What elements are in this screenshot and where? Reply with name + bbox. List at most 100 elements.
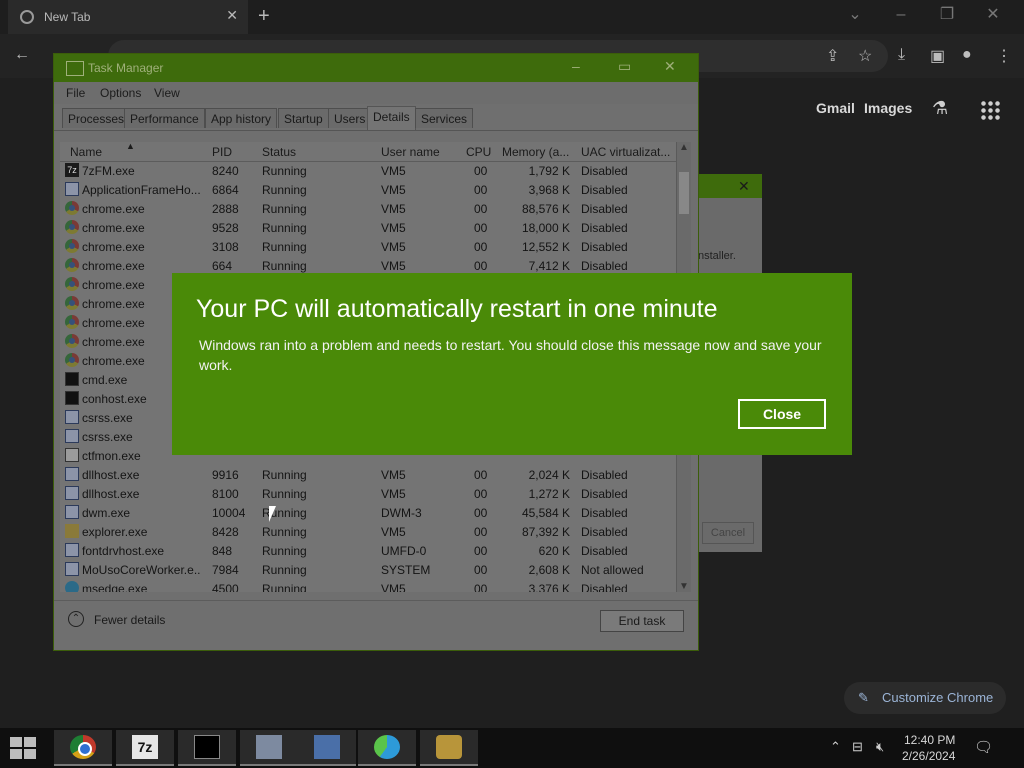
cell-mem: 87,392 K (521, 525, 570, 539)
tab-performance[interactable]: Performance (124, 108, 205, 128)
cancel-button[interactable]: Cancel (702, 522, 754, 544)
cell-user: VM5 (381, 487, 406, 501)
column-cpu[interactable]: CPU (466, 145, 491, 159)
cell-status: Running (262, 487, 307, 501)
windows-start-icon[interactable] (10, 737, 38, 759)
table-row[interactable]: MoUsoCoreWorker.e... 7984 Running SYSTEM 00 2… (60, 560, 682, 579)
tab-processes[interactable]: Processes (62, 108, 131, 128)
table-row[interactable]: msedge.exe 4500 Running VM5 00 3,376 K Disable… (60, 579, 682, 592)
labs-flask-icon[interactable]: ⚗ (932, 98, 948, 119)
taskbar-cmd[interactable] (178, 730, 236, 766)
volume-muted-icon[interactable]: 🔇︎ (876, 739, 884, 755)
close-icon[interactable]: ✕ (226, 7, 238, 24)
cell-uac: Disabled (581, 240, 628, 254)
column-uac[interactable]: UAC virtualizat... (581, 145, 670, 159)
cell-mem: 2,608 K (528, 563, 570, 577)
customize-chrome-button[interactable]: ✎ Customize Chrome (844, 682, 1006, 714)
table-row[interactable]: dllhost.exe 9916 Running VM5 00 2,024 K Disabl… (60, 465, 682, 484)
network-tray-icon[interactable]: ⊟ (852, 739, 863, 755)
restart-title: Your PC will automatically restart in on… (196, 295, 718, 323)
side-panel-icon[interactable]: ▣ (930, 46, 945, 66)
end-task-button[interactable]: End task (600, 610, 684, 632)
fewer-details-link[interactable]: Fewer details (94, 613, 165, 627)
minimize-icon[interactable]: – (572, 58, 580, 74)
chevron-up-icon[interactable]: ⌃ (830, 739, 841, 755)
maximize-icon[interactable]: ▭ (618, 58, 631, 75)
menu-view[interactable]: View (154, 86, 180, 100)
tab-app-history[interactable]: App history (205, 108, 278, 128)
tab-details[interactable]: Details (367, 106, 416, 130)
table-row[interactable]: fontdrvhost.exe 848 Running UMFD-0 00 620 K Di… (60, 541, 682, 560)
star-icon[interactable]: ☆ (858, 46, 872, 66)
table-row[interactable]: dwm.exe 10004 Running DWM-3 00 45,584 K Disabl… (60, 503, 682, 522)
restore-icon[interactable]: ❐ (924, 4, 970, 24)
apps-grid-icon[interactable] (980, 100, 1000, 120)
cell-status: Running (262, 582, 307, 592)
cell-status: Running (262, 221, 307, 235)
close-icon[interactable]: ✕ (664, 58, 676, 75)
cell-name: chrome.exe (82, 221, 145, 235)
gmail-link[interactable]: Gmail (816, 100, 855, 116)
column-pid[interactable]: PID (212, 145, 232, 159)
clock-date[interactable]: 2/26/2024 (902, 749, 955, 763)
close-button[interactable]: Close (738, 399, 826, 429)
images-link[interactable]: Images (864, 100, 912, 116)
scroll-thumb[interactable] (679, 172, 689, 214)
cell-uac: Disabled (581, 164, 628, 178)
scroll-up-icon[interactable]: ▲ (679, 142, 689, 153)
cell-user: VM5 (381, 259, 406, 273)
taskbar-edge[interactable] (358, 730, 416, 766)
cell-name: msedge.exe (82, 582, 148, 592)
cell-uac: Disabled (581, 487, 628, 501)
table-row[interactable]: ApplicationFrameHo... 6864 Running VM5 00 3,9… (60, 180, 682, 199)
cell-status: Running (262, 183, 307, 197)
new-tab-button[interactable]: + (258, 5, 270, 28)
taskbar-task-manager[interactable] (240, 730, 298, 766)
taskbar-chrome[interactable] (54, 730, 112, 766)
table-row[interactable]: chrome.exe 9528 Running VM5 00 18,000 K Disabl… (60, 218, 682, 237)
close-icon[interactable]: ✕ (738, 178, 750, 195)
cell-mem: 45,584 K (521, 506, 570, 520)
minimize-icon[interactable]: – (878, 6, 924, 24)
taskbar-network[interactable] (298, 730, 356, 766)
scroll-down-icon[interactable]: ▼ (679, 581, 689, 592)
table-row[interactable]: explorer.exe 8428 Running VM5 00 87,392 K Disa… (60, 522, 682, 541)
chevron-down-icon[interactable]: ⌄ (832, 4, 878, 24)
table-row[interactable]: 7z 7zFM.exe 8240 Running VM5 00 1,792 K Disable… (60, 161, 682, 180)
box-process-icon (65, 505, 79, 519)
cell-name: MoUsoCoreWorker.e... (82, 563, 200, 577)
cell-cpu: 00 (474, 506, 488, 520)
box-process-icon (65, 486, 79, 500)
column-name[interactable]: Name (70, 145, 102, 159)
cell-cpu: 00 (474, 487, 488, 501)
tab-startup[interactable]: Startup (278, 108, 329, 128)
column-status[interactable]: Status (262, 145, 296, 159)
table-row[interactable]: chrome.exe 3108 Running VM5 00 12,552 K Disabl… (60, 237, 682, 256)
download-icon[interactable]: ⤓ (898, 46, 905, 64)
share-icon[interactable]: ⇪ (826, 46, 839, 66)
notification-icon[interactable]: 🗨︎ (974, 738, 993, 756)
column-user-name[interactable]: User name (381, 145, 440, 159)
profile-icon[interactable]: ● (962, 46, 972, 64)
cmd-process-icon (65, 391, 79, 405)
close-window-icon[interactable]: ✕ (970, 4, 1016, 24)
tab-users[interactable]: Users (328, 108, 372, 128)
table-row[interactable]: dllhost.exe 8100 Running VM5 00 1,272 K Disabl… (60, 484, 682, 503)
browser-tab[interactable]: New Tab ✕ (8, 0, 248, 34)
taskbar-keys[interactable] (420, 730, 478, 766)
cell-pid: 8428 (212, 525, 239, 539)
tab-services[interactable]: Services (415, 108, 474, 128)
installer-title-bar (698, 174, 762, 198)
column-memory[interactable]: Memory (a... (502, 145, 569, 159)
back-icon[interactable]: ← (14, 46, 30, 64)
chevron-up-icon[interactable]: ⌃ (68, 611, 84, 627)
cell-name: 7zFM.exe (82, 164, 135, 178)
table-row[interactable]: chrome.exe 2888 Running VM5 00 88,576 K Disabl… (60, 199, 682, 218)
menu-options[interactable]: Options (100, 86, 141, 100)
taskbar-7zip[interactable]: 7z (116, 730, 174, 766)
sort-up-icon: ▲ (126, 142, 135, 151)
clock-time[interactable]: 12:40 PM (904, 733, 955, 747)
menu-file[interactable]: File (66, 86, 85, 100)
menu-icon[interactable]: ⋮ (996, 46, 1012, 66)
cell-pid: 8100 (212, 487, 239, 501)
